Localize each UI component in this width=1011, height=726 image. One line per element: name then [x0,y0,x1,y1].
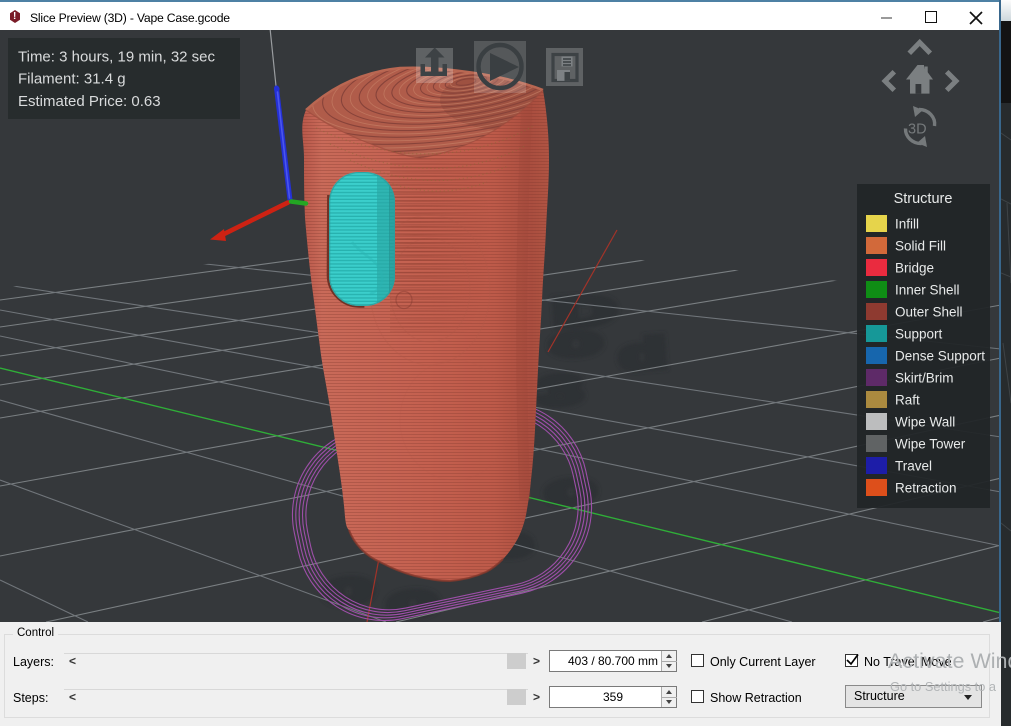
svg-text:d: d [618,329,667,379]
svg-text:Bridge: Bridge [895,261,934,276]
svg-text:Outer Shell: Outer Shell [895,305,963,320]
svg-text:Raft: Raft [895,393,920,408]
svg-text:Time: 3 hours, 19 min, 32 sec: Time: 3 hours, 19 min, 32 sec [18,49,216,66]
svg-text:3: 3 [537,367,583,415]
svg-text:Retraction: Retraction [895,481,957,496]
svg-text:Support: Support [895,327,943,342]
svg-text:Structure: Structure [894,191,953,207]
svg-text:Estimated Price: 0.63: Estimated Price: 0.63 [18,93,161,110]
svg-text:Solid Fill: Solid Fill [895,239,946,254]
svg-text:Travel: Travel [895,459,932,474]
svg-text:Infill: Infill [895,217,919,232]
svg-text:Inner Shell: Inner Shell [895,283,960,298]
svg-text:3D: 3D [908,122,927,138]
svg-text:Filament: 31.4 g: Filament: 31.4 g [18,71,126,88]
svg-text:Wipe Tower: Wipe Tower [895,437,966,452]
svg-text:o: o [549,317,603,366]
svg-text:Dense Support: Dense Support [895,349,985,364]
svg-text:Skirt/Brim: Skirt/Brim [895,371,954,386]
svg-text:Wipe Wall: Wipe Wall [895,415,955,430]
svg-text:o: o [544,464,596,514]
